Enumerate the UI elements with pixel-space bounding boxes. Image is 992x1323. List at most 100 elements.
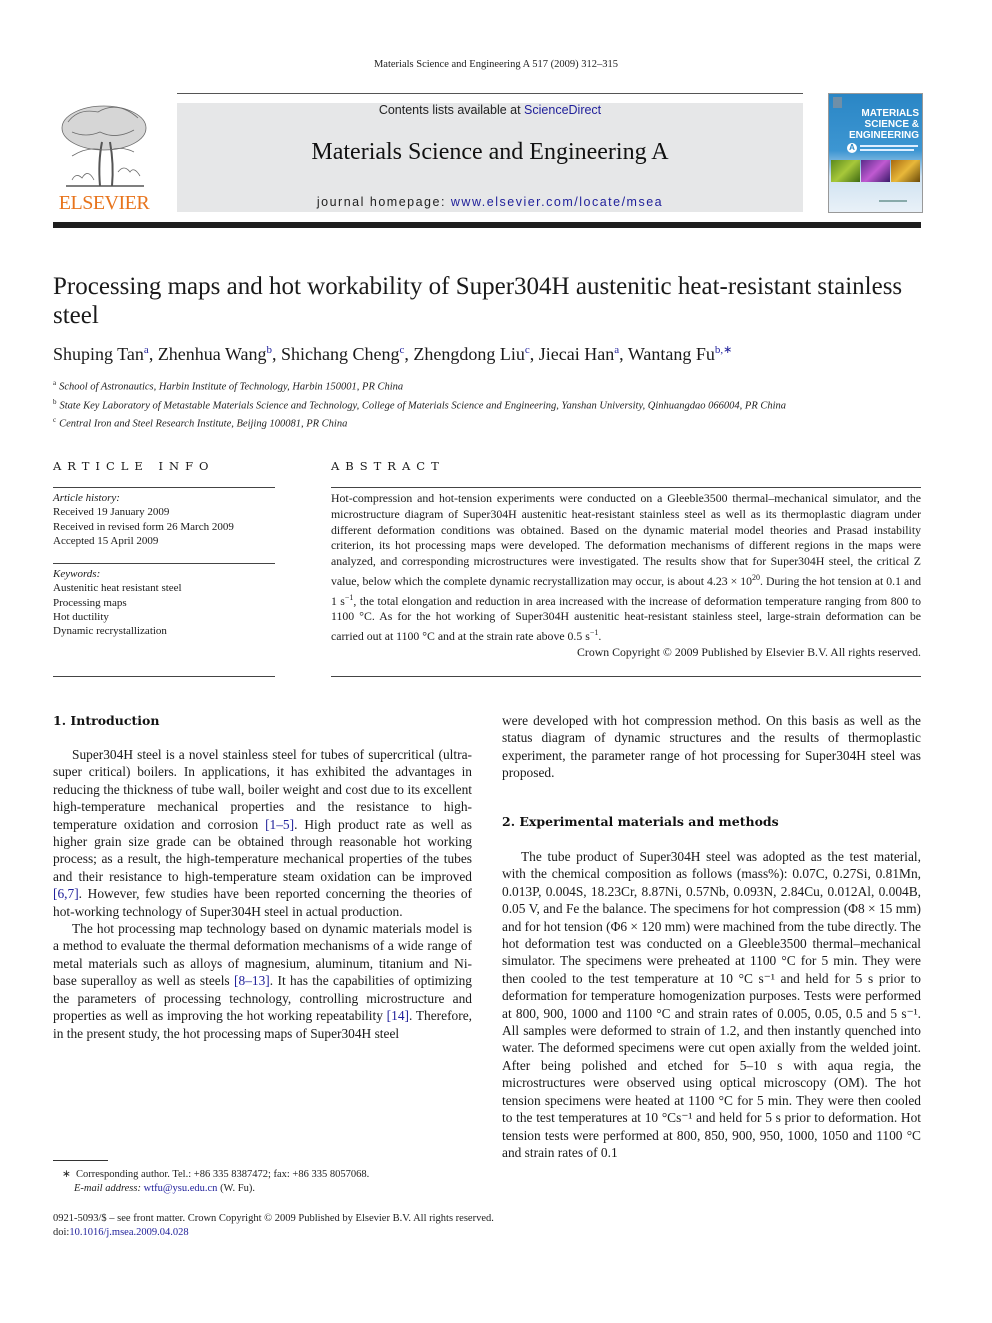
affiliation: c Central Iron and Steel Research Institu… [53, 413, 933, 432]
author: Zhengdong Liu [413, 344, 525, 364]
header-rule [177, 93, 803, 94]
text: . However, few studies have been reporte… [53, 886, 472, 919]
paragraph: were developed with hot compression meth… [502, 713, 921, 781]
affiliation: a School of Astronautics, Harbin Institut… [53, 376, 933, 395]
header-bar [53, 222, 921, 228]
footnote-line: E-mail address: wtfu@ysu.edu.cn (W. Fu). [62, 1182, 482, 1196]
corresponding-author-footnote: ∗ Corresponding author. Tel.: +86 335 838… [62, 1168, 482, 1196]
abstract-body: Hot-compression and hot-tension experime… [331, 491, 921, 645]
article-history: Article history: Received 19 January 200… [53, 491, 275, 548]
article-info-heading: ARTICLE INFO [53, 459, 215, 473]
affiliation-key: b [53, 397, 57, 406]
author: Wantang Fu [627, 344, 715, 364]
author: Zhenhua Wang [157, 344, 267, 364]
affiliation-text: Central Iron and Steel Research Institut… [59, 418, 348, 430]
keyword: Dynamic recrystallization [53, 625, 167, 638]
abstract-copyright: Crown Copyright © 2009 Published by Else… [577, 644, 921, 659]
cover-publisher-icon [833, 97, 842, 108]
introduction-continued: were developed with hot compression meth… [502, 712, 921, 782]
journal-homepage: journal homepage: www.elsevier.com/locat… [177, 195, 803, 209]
citation-link[interactable]: [8–13] [234, 973, 270, 988]
cover-title-line3: ENGINEERING [848, 130, 919, 141]
abstract-fragment: , the total elongation and reduction in … [331, 593, 921, 644]
issn-line: 0921-5093/$ – see front matter. Crown Co… [53, 1213, 494, 1224]
methods-column: The tube product of Super304H steel was … [502, 848, 921, 1198]
divider [53, 487, 275, 488]
citation-link[interactable]: [6,7] [53, 886, 79, 901]
author: Shichang Cheng [281, 344, 400, 364]
elsevier-logo: ELSEVIER [52, 102, 156, 214]
keywords-label: Keywords: [53, 568, 101, 580]
history-item: Received 19 January 2009 [53, 506, 170, 519]
keyword: Processing maps [53, 596, 127, 609]
article-title: Processing maps and hot workability of S… [53, 273, 903, 329]
cover-badge: A [847, 143, 857, 153]
elsevier-tree-icon [61, 105, 147, 187]
affiliation-key: a [53, 379, 57, 387]
abstract-heading: ABSTRACT [331, 459, 445, 473]
author-affil-link[interactable]: c [525, 344, 530, 356]
divider [331, 487, 921, 488]
doi-line: doi:10.1016/j.msea.2009.04.028 [53, 1226, 653, 1240]
cover-title-line2: SCIENCE & [864, 119, 919, 130]
author-affil-link[interactable]: c [400, 344, 405, 356]
abstract-text: Hot-compression and hot-tension experime… [331, 491, 921, 661]
citation-link[interactable]: [1–5] [265, 817, 294, 832]
email-link[interactable]: wtfu@ysu.edu.cn [144, 1183, 218, 1194]
footnote-text: (W. Fu). [217, 1183, 255, 1194]
cover-image-orange [891, 160, 920, 182]
author: Jiecai Han [538, 344, 615, 364]
journal-cover: MATERIALS SCIENCE & ENGINEERING A [828, 93, 923, 213]
elsevier-wordmark: ELSEVIER [58, 192, 150, 214]
exponent: 20 [752, 572, 761, 582]
author-affil-link[interactable]: b [267, 344, 273, 356]
author-affil-link[interactable]: a [614, 344, 619, 356]
author-list: Shuping Tana, Zhenhua Wangb, Shichang Ch… [53, 344, 733, 364]
cover-image-green [831, 160, 860, 182]
homepage-link[interactable]: www.elsevier.com/locate/msea [451, 195, 663, 209]
section-heading-introduction: 1. Introduction [53, 713, 160, 728]
doi-prefix: doi: [53, 1227, 70, 1238]
footnote-rule [53, 1160, 108, 1161]
email-label: E-mail address: [74, 1183, 144, 1194]
keyword: Hot ductility [53, 610, 109, 623]
author: Shuping Tan [53, 344, 144, 364]
journal-title: Materials Science and Engineering A [311, 139, 669, 165]
footnote-text: Corresponding author. Tel.: +86 335 8387… [76, 1169, 370, 1180]
contents-line: Contents lists available at ScienceDirec… [177, 103, 803, 117]
footnote-line: ∗ Corresponding author. Tel.: +86 335 838… [62, 1168, 482, 1182]
homepage-prefix: journal homepage: [316, 195, 451, 209]
paragraph: The hot processing map technology based … [53, 920, 472, 1042]
introduction-left-column: Super304H steel is a novel stainless ste… [53, 746, 472, 1042]
affiliation-text: State Key Laboratory of Metastable Mater… [59, 400, 787, 411]
keyword: Austenitic heat resistant steel [53, 582, 182, 595]
history-item: Received in revised form 26 March 2009 [53, 520, 234, 533]
affiliation-text: School of Astronautics, Harbin Institute… [59, 381, 404, 393]
keywords: Keywords: Austenitic heat resistant stee… [53, 567, 275, 638]
history-item: Accepted 15 April 2009 [53, 534, 159, 547]
affiliation-key: c [53, 416, 57, 424]
journal-banner: Contents lists available at ScienceDirec… [177, 103, 803, 212]
paragraph: The tube product of Super304H steel was … [502, 849, 921, 1160]
sciencedirect-link[interactable]: ScienceDirect [524, 103, 601, 117]
affiliations: a School of Astronautics, Harbin Institut… [53, 376, 933, 432]
paragraph: Super304H steel is a novel stainless ste… [53, 746, 472, 920]
section-heading-methods: 2. Experimental materials and methods [502, 814, 779, 829]
running-head: Materials Science and Engineering A 517 … [373, 59, 619, 70]
divider [331, 676, 921, 677]
cover-publisher-mark [879, 200, 907, 202]
citation-link[interactable]: [14] [387, 1008, 409, 1023]
contents-prefix: Contents lists available at [378, 103, 525, 117]
divider [53, 676, 275, 677]
article-history-label: Article history: [53, 492, 120, 504]
asterisk: ∗ [62, 1169, 71, 1180]
abstract-fragment: . [598, 629, 602, 644]
cover-image-purple [861, 160, 890, 182]
affiliation: b State Key Laboratory of Metastable Mate… [53, 395, 933, 414]
author-affil-link[interactable]: a [144, 344, 149, 356]
cover-subtitle-line [860, 149, 914, 151]
author-affil-link[interactable]: b,∗ [715, 344, 732, 356]
front-matter-note: 0921-5093/$ – see front matter. Crown Co… [53, 1212, 653, 1240]
doi-link[interactable]: 10.1016/j.msea.2009.04.028 [69, 1227, 188, 1238]
divider [53, 563, 275, 564]
